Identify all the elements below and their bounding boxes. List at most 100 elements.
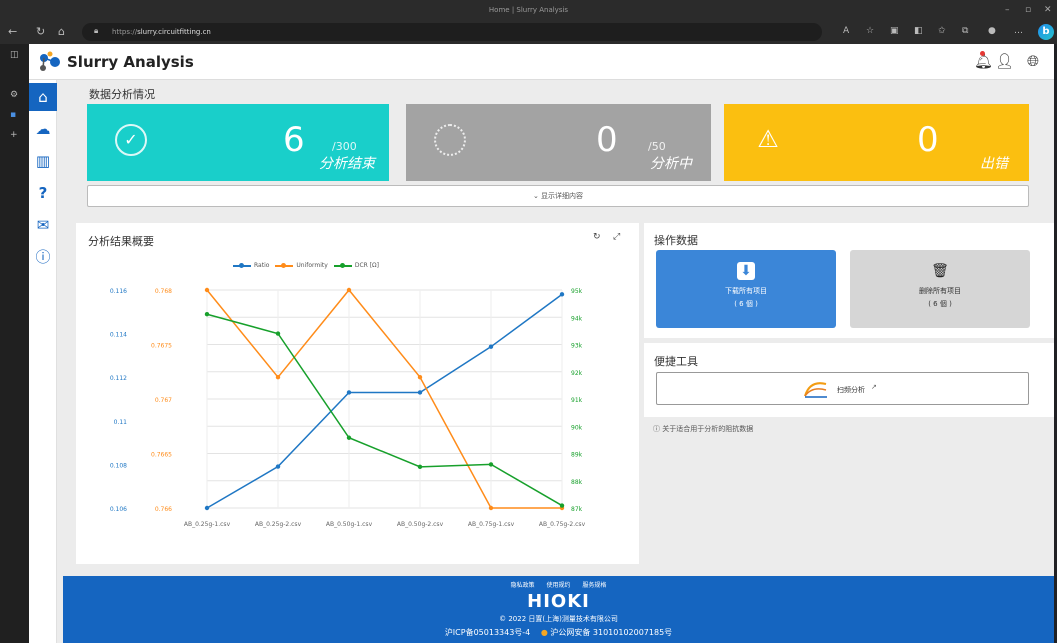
- data-point: [488, 462, 494, 467]
- y-tick-label-dcr: 88k: [571, 479, 583, 486]
- analysis-chart-nav-icon[interactable]: ▥: [29, 147, 57, 175]
- close-icon[interactable]: ✕: [1044, 5, 1052, 15]
- read-aloud-icon[interactable]: A: [843, 26, 849, 36]
- molecule-logo-icon: [40, 51, 60, 71]
- expand-chart-icon[interactable]: ⤢: [613, 232, 620, 242]
- trash-icon: 🗑︎: [931, 263, 949, 279]
- terms-link[interactable]: 使用规约: [546, 582, 570, 589]
- more-icon[interactable]: …: [1014, 26, 1023, 36]
- app-title: Slurry Analysis: [67, 53, 194, 71]
- hioki-brand: HIOKI: [527, 591, 590, 612]
- y-tick-label-dcr: 95k: [571, 288, 583, 295]
- data-point: [346, 390, 352, 395]
- favorite-icon[interactable]: ☆: [866, 26, 874, 36]
- card-total: /300: [332, 140, 357, 153]
- back-icon[interactable]: ←: [8, 25, 17, 38]
- download-label: 下载所有项目: [725, 287, 767, 295]
- service-spec-link[interactable]: 服务规格: [582, 582, 606, 589]
- chart-panel-title: 分析结果概要: [88, 235, 154, 248]
- footer: 隐私政策 使用规约 服务规格 HIOKI © 2022 日置(上海)测量技术有限…: [63, 576, 1054, 643]
- profile-icon[interactable]: ●: [988, 26, 996, 36]
- cloud-upload-nav-icon[interactable]: ☁: [29, 115, 57, 143]
- data-point: [417, 464, 423, 470]
- data-point: [559, 503, 565, 508]
- help-nav-icon[interactable]: ?: [29, 179, 57, 207]
- home-icon[interactable]: ⌂: [58, 25, 65, 38]
- home-nav-icon[interactable]: ⌂: [29, 83, 57, 111]
- lock-icon: 🔒︎: [94, 26, 99, 35]
- app-header: Slurry Analysis 🔔︎ 👤︎ 🌐︎: [29, 44, 1054, 80]
- minimize-icon[interactable]: –: [1005, 5, 1010, 15]
- show-details-label: 显示详细内容: [541, 192, 584, 200]
- data-point: [275, 464, 281, 469]
- police-link[interactable]: 沪公网安备 31010102007185号: [550, 628, 672, 637]
- delete-all-button[interactable]: 🗑︎ 删除所有项目 ( 6 個 ): [850, 250, 1030, 328]
- data-point: [204, 312, 210, 317]
- y-tick-label-ratio: 0.112: [110, 375, 127, 382]
- x-tick-label: AB_0.25g-1.csv: [184, 521, 231, 528]
- download-count: ( 6 個 ): [734, 300, 758, 308]
- window-title: Home | Slurry Analysis: [488, 6, 569, 14]
- language-globe-icon[interactable]: 🌐︎: [1027, 52, 1039, 70]
- data-point: [346, 435, 352, 440]
- y-tick-label-uniformity: 0.768: [155, 288, 172, 295]
- y-tick-label-ratio: 0.108: [110, 462, 127, 469]
- new-tab-icon[interactable]: +: [10, 130, 18, 140]
- warning-icon: ⚠: [757, 125, 779, 153]
- sweep-analysis-button[interactable]: 扫频分析 ↗: [656, 372, 1029, 405]
- user-icon[interactable]: 👤︎: [995, 52, 1014, 70]
- x-tick-label: AB_0.75g-1.csv: [468, 521, 515, 528]
- card-total: /50: [648, 140, 666, 153]
- y-tick-label-ratio: 0.106: [110, 506, 127, 513]
- refresh-icon[interactable]: ↻: [36, 25, 45, 38]
- card-error[interactable]: ⚠ 0 出错: [724, 104, 1029, 181]
- spinner-icon: [434, 124, 466, 156]
- icp-link[interactable]: 沪ICP备05013343号-4: [445, 628, 530, 637]
- active-tab-icon[interactable]: ▪: [10, 110, 16, 120]
- privacy-link[interactable]: 隐私政策: [511, 582, 535, 589]
- maximize-icon[interactable]: ▫: [1025, 5, 1031, 15]
- card-value: 0: [596, 120, 618, 160]
- impedance-data-note[interactable]: ⓘ 关于适合用于分析的阻抗数据: [653, 424, 753, 434]
- favorites-bar-icon[interactable]: ✩: [938, 26, 946, 36]
- data-point: [275, 375, 281, 380]
- copyright: © 2022 日置(上海)测量技术有限公司: [499, 615, 618, 623]
- y-tick-label-dcr: 93k: [571, 343, 583, 350]
- sweep-analysis-label: 扫频分析: [837, 386, 865, 394]
- web-page: Slurry Analysis 🔔︎ 👤︎ 🌐︎ ⌂ ☁ ▥ ? ✉ ⓘ 数据分…: [29, 44, 1054, 643]
- y-tick-label-dcr: 90k: [571, 424, 583, 431]
- data-point: [488, 344, 494, 349]
- delete-count: ( 6 個 ): [928, 300, 952, 308]
- url-field[interactable]: 🔒︎ https://slurry.circuitfitting.cn: [82, 23, 822, 41]
- card-in-progress[interactable]: 0 /50 分析中: [406, 104, 711, 181]
- show-details-toggle[interactable]: ⌄ 显示详细内容: [87, 185, 1029, 207]
- police-badge-icon: ●: [540, 628, 548, 637]
- copilot-icon[interactable]: b: [1038, 24, 1054, 40]
- refresh-chart-icon[interactable]: ↻: [593, 232, 601, 242]
- ops-panel-title: 操作数据: [654, 234, 698, 247]
- data-point: [275, 331, 281, 336]
- extensions-icon[interactable]: ▣: [890, 26, 899, 36]
- collections-icon[interactable]: ⧉: [962, 26, 968, 36]
- split-screen-icon[interactable]: ◧: [914, 26, 923, 36]
- y-tick-label-dcr: 92k: [571, 370, 583, 377]
- y-tick-label-uniformity: 0.766: [155, 506, 172, 513]
- mail-nav-icon[interactable]: ✉: [29, 211, 57, 239]
- address-bar-row: ← ↻ ⌂ 🔒︎ https://slurry.circuitfitting.c…: [0, 20, 1057, 44]
- legend-swatch: [275, 262, 294, 268]
- data-point: [346, 287, 352, 293]
- card-finished[interactable]: ✓ 6 /300 分析结束: [87, 104, 389, 181]
- settings-tab-icon[interactable]: ⚙: [10, 90, 18, 100]
- footer-links: 隐私政策 使用规约 服务规格: [63, 580, 1054, 589]
- notification-dot: [980, 51, 985, 56]
- tab-actions-icon[interactable]: ◫: [10, 50, 19, 60]
- line-chart: 0.116 0.114 0.112 0.11 0.108 0.106 0.768 0.7675…: [110, 287, 586, 528]
- y-tick-label-dcr: 94k: [571, 315, 583, 322]
- data-point: [204, 505, 210, 511]
- info-nav-icon[interactable]: ⓘ: [29, 243, 57, 271]
- series-line-0: [206, 293, 563, 509]
- download-all-button[interactable]: ⬇ 下载所有项目 ( 6 個 ): [656, 250, 836, 328]
- legend-swatch: [233, 262, 251, 268]
- data-point: [488, 505, 494, 511]
- x-tick-label: AB_0.50g-1.csv: [326, 521, 373, 528]
